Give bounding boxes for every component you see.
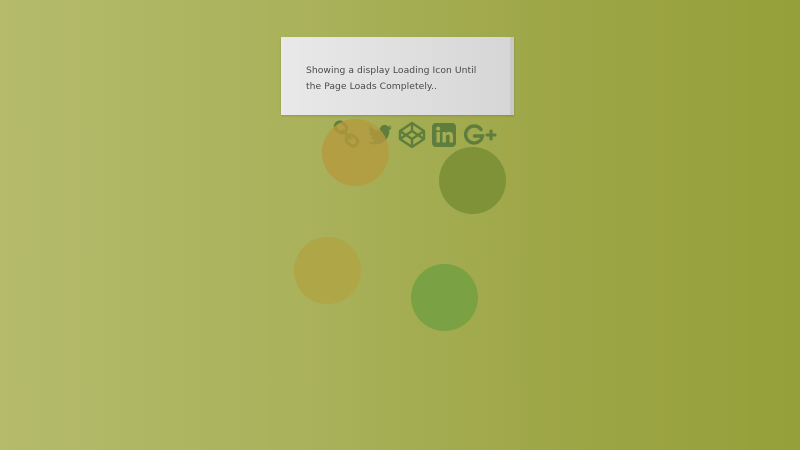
- google-plus-icon[interactable]: [461, 120, 497, 150]
- linkedin-icon[interactable]: [429, 120, 459, 150]
- info-banner: Showing a display Loading Icon Until the…: [281, 37, 514, 115]
- loading-page: { "banner": { "text": "Showing a display…: [0, 0, 800, 450]
- banner-text: Showing a display Loading Icon Until the…: [306, 65, 477, 92]
- loading-dot-green: [411, 264, 478, 331]
- loading-dot-gold: [294, 237, 361, 304]
- loading-dot-orange: [322, 119, 389, 186]
- loading-dot-dark-green: [439, 147, 506, 214]
- codepen-icon[interactable]: [397, 120, 427, 150]
